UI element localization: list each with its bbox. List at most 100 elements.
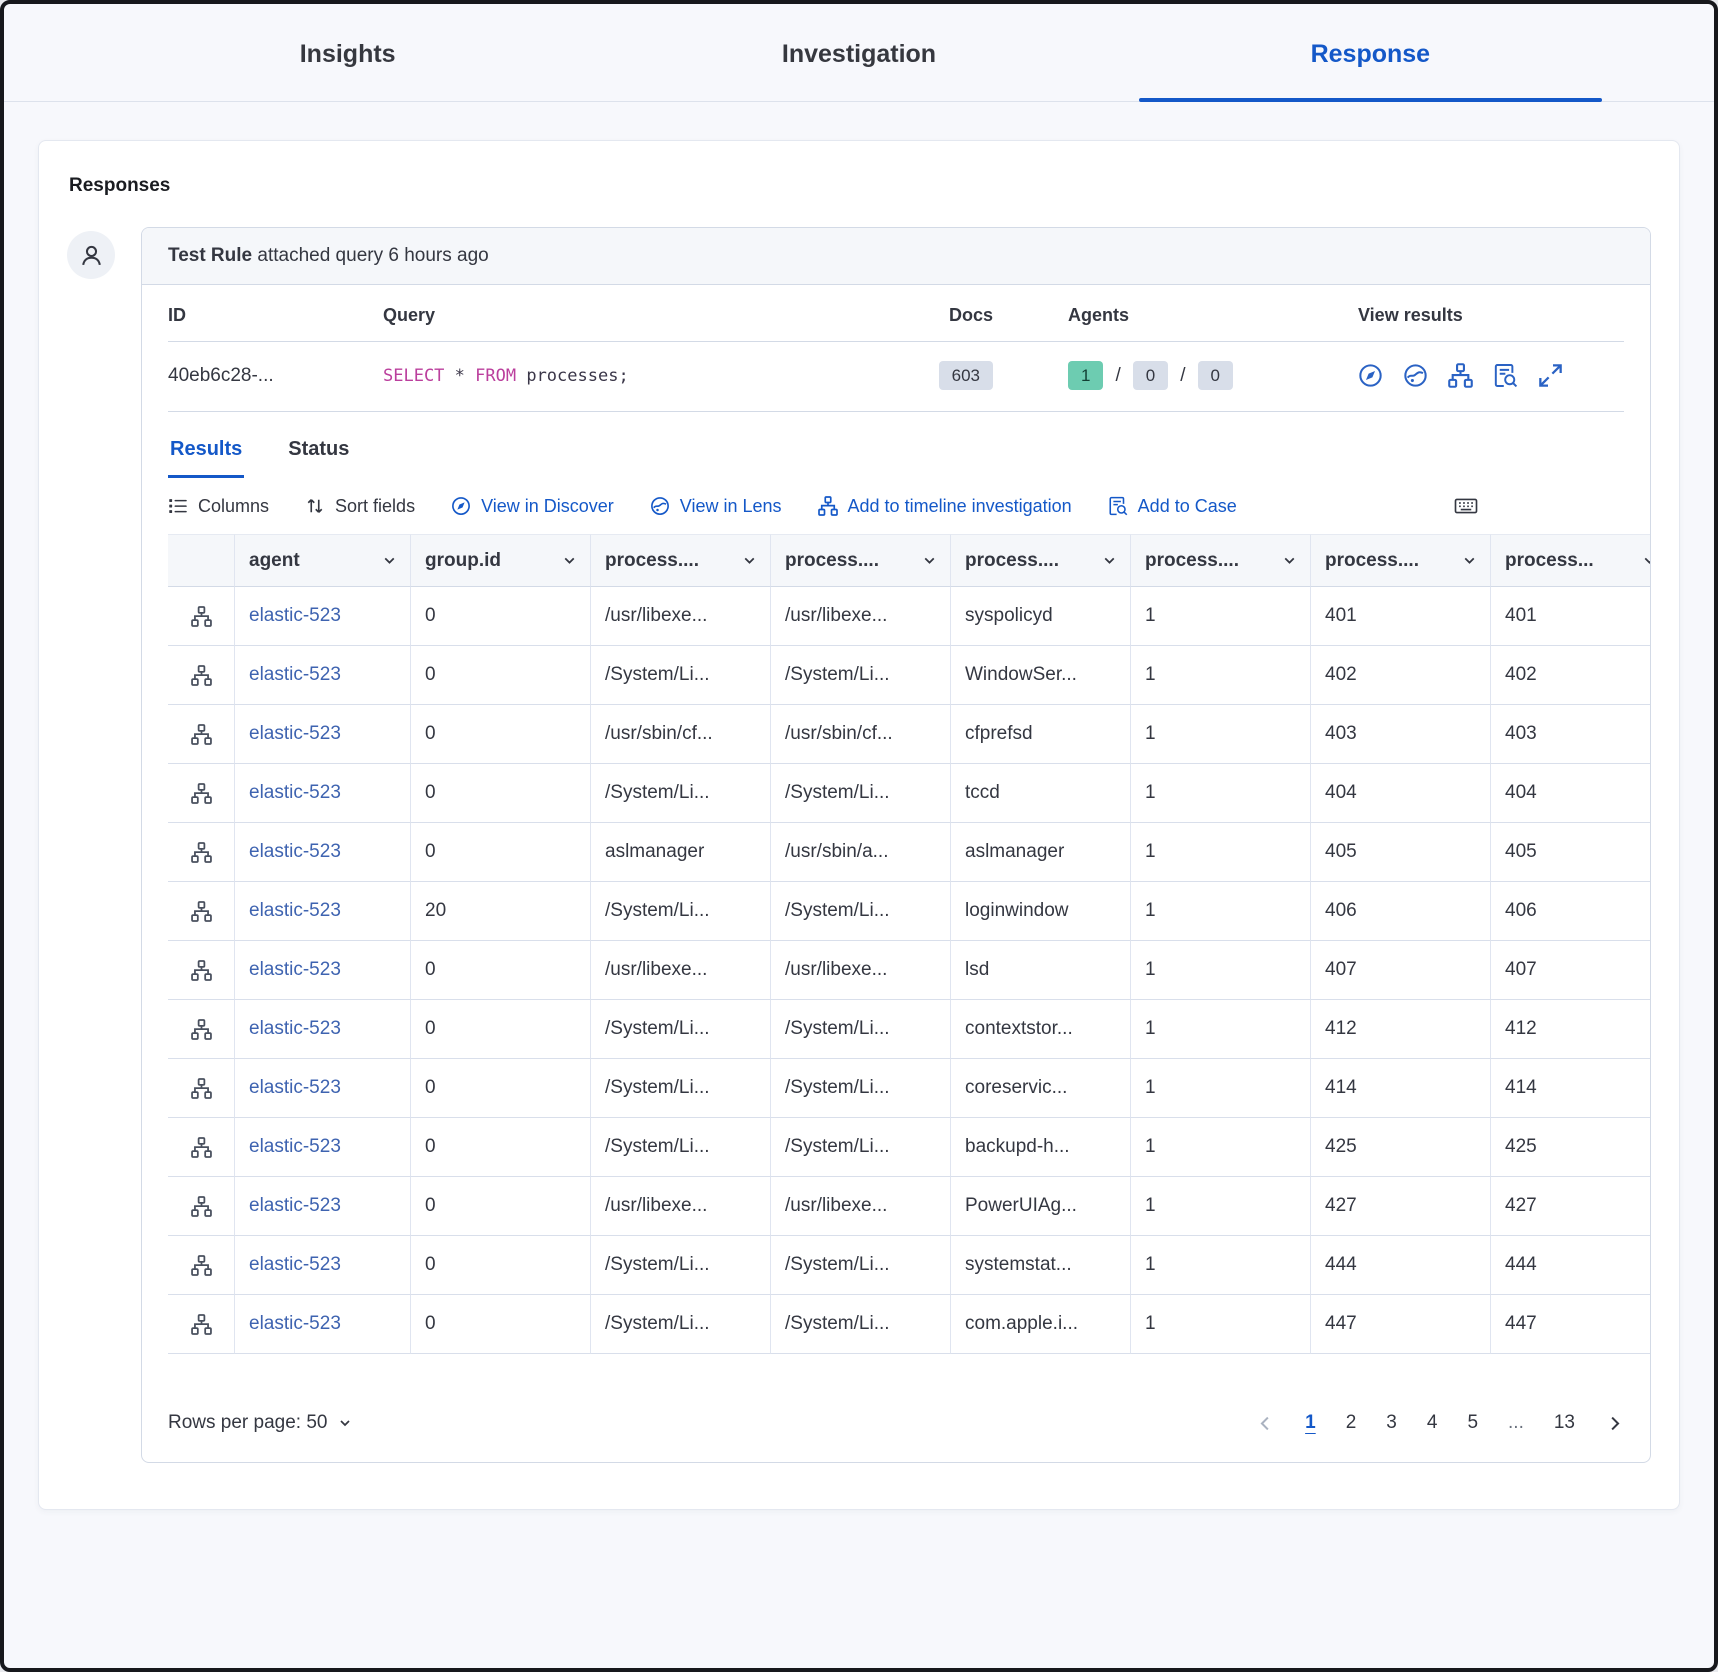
open-analyzer-button[interactable] <box>168 646 235 705</box>
grid-column-header[interactable]: group.id <box>411 534 591 587</box>
agent-cell[interactable]: elastic-523 <box>235 1118 411 1177</box>
agent-link[interactable]: elastic-523 <box>249 782 341 804</box>
open-analyzer-button[interactable] <box>168 1118 235 1177</box>
tab-response[interactable]: Response <box>1115 4 1626 101</box>
chevron-down-icon <box>1101 552 1118 569</box>
agent-link[interactable]: elastic-523 <box>249 605 341 627</box>
discover-icon[interactable] <box>1358 363 1383 388</box>
analyzer-icon <box>191 1078 212 1099</box>
open-analyzer-button[interactable] <box>168 1177 235 1236</box>
agent-link[interactable]: elastic-523 <box>249 1254 341 1276</box>
analyzer-icon <box>191 1137 212 1158</box>
open-analyzer-button[interactable] <box>168 705 235 764</box>
agent-link[interactable]: elastic-523 <box>249 900 341 922</box>
user-icon <box>79 243 104 268</box>
open-analyzer-button[interactable] <box>168 1295 235 1354</box>
analyzer-icon <box>191 1019 212 1040</box>
columns-button[interactable]: Columns <box>168 496 269 517</box>
add-to-case-link[interactable]: Add to Case <box>1108 496 1237 517</box>
grid-cell: 1 <box>1131 882 1311 941</box>
grid-column-header[interactable]: process.... <box>591 534 771 587</box>
agent-cell[interactable]: elastic-523 <box>235 1295 411 1354</box>
grid-cell: /usr/sbin/cf... <box>591 705 771 764</box>
open-analyzer-button[interactable] <box>168 764 235 823</box>
grid-cell: PowerUIAg... <box>951 1177 1131 1236</box>
open-analyzer-button[interactable] <box>168 1000 235 1059</box>
agent-link[interactable]: elastic-523 <box>249 1018 341 1040</box>
column-label: process.... <box>605 550 699 572</box>
rows-per-page-button[interactable]: Rows per page: 50 <box>168 1412 353 1434</box>
keyboard-shortcuts-button[interactable] <box>1454 494 1478 518</box>
agent-cell[interactable]: elastic-523 <box>235 646 411 705</box>
grid-column-header[interactable]: process.... <box>771 534 951 587</box>
tab-results[interactable]: Results <box>168 426 244 478</box>
analyzer-icon <box>191 1196 212 1217</box>
agent-cell[interactable]: elastic-523 <box>235 941 411 1000</box>
page-button-4[interactable]: 4 <box>1427 1412 1438 1434</box>
grid-cell: 406 <box>1491 882 1650 941</box>
agent-cell[interactable]: elastic-523 <box>235 764 411 823</box>
next-page-button[interactable] <box>1605 1414 1624 1433</box>
summary-col-view-results: View results <box>1358 305 1624 326</box>
agent-link[interactable]: elastic-523 <box>249 723 341 745</box>
agent-cell[interactable]: elastic-523 <box>235 587 411 646</box>
case-icon <box>1108 496 1128 516</box>
agent-cell[interactable]: elastic-523 <box>235 705 411 764</box>
prev-page-button[interactable] <box>1256 1414 1275 1433</box>
add-to-timeline-link[interactable]: Add to timeline investigation <box>818 496 1072 517</box>
agent-link[interactable]: elastic-523 <box>249 1313 341 1335</box>
grid-cell: 402 <box>1311 646 1491 705</box>
grid-column-header[interactable]: process.... <box>951 534 1131 587</box>
page-button-13[interactable]: 13 <box>1554 1412 1575 1434</box>
agent-cell[interactable]: elastic-523 <box>235 1059 411 1118</box>
open-analyzer-button[interactable] <box>168 823 235 882</box>
agent-link[interactable]: elastic-523 <box>249 664 341 686</box>
open-analyzer-button[interactable] <box>168 941 235 1000</box>
page-button-3[interactable]: 3 <box>1386 1412 1397 1434</box>
grid-cell: /usr/libexe... <box>771 1177 951 1236</box>
open-analyzer-button[interactable] <box>168 882 235 941</box>
grid-cell: 0 <box>411 646 591 705</box>
agent-cell[interactable]: elastic-523 <box>235 1236 411 1295</box>
lens-icon[interactable] <box>1403 363 1428 388</box>
page-button-2[interactable]: 2 <box>1346 1412 1357 1434</box>
grid-column-header[interactable]: agent <box>235 534 411 587</box>
page-button-1[interactable]: 1 <box>1305 1412 1316 1434</box>
column-label: process.... <box>785 550 879 572</box>
timeline-icon[interactable] <box>1448 363 1473 388</box>
agent-cell[interactable]: elastic-523 <box>235 1177 411 1236</box>
sort-fields-button[interactable]: Sort fields <box>305 496 415 517</box>
agent-link[interactable]: elastic-523 <box>249 841 341 863</box>
grid-column-header[interactable]: process... <box>1491 534 1650 587</box>
agent-link[interactable]: elastic-523 <box>249 959 341 981</box>
open-analyzer-button[interactable] <box>168 1059 235 1118</box>
query-text: SELECT * FROM processes; <box>383 366 629 386</box>
tab-status[interactable]: Status <box>286 426 351 478</box>
table-row: elastic-5230/System/Li.../System/Li...co… <box>168 1295 1650 1354</box>
grid-cell: 447 <box>1491 1295 1650 1354</box>
agent-link[interactable]: elastic-523 <box>249 1136 341 1158</box>
expand-icon[interactable] <box>1538 363 1563 388</box>
tab-investigation[interactable]: Investigation <box>603 4 1114 101</box>
grid-column-header[interactable]: process.... <box>1311 534 1491 587</box>
grid-cell: /System/Li... <box>771 764 951 823</box>
summary-col-id: ID <box>168 305 383 326</box>
agent-link[interactable]: elastic-523 <box>249 1077 341 1099</box>
grid-column-header[interactable]: process.... <box>1131 534 1311 587</box>
agent-cell[interactable]: elastic-523 <box>235 823 411 882</box>
open-analyzer-button[interactable] <box>168 1236 235 1295</box>
case-icon[interactable] <box>1493 363 1518 388</box>
agent-cell[interactable]: elastic-523 <box>235 882 411 941</box>
view-in-lens-link[interactable]: View in Lens <box>650 496 782 517</box>
tab-insights[interactable]: Insights <box>92 4 603 101</box>
grid-cell: contextstor... <box>951 1000 1131 1059</box>
page-button-5[interactable]: 5 <box>1467 1412 1478 1434</box>
agent-cell[interactable]: elastic-523 <box>235 1000 411 1059</box>
results-grid: agentgroup.idprocess....process....proce… <box>168 534 1650 1354</box>
view-in-discover-link[interactable]: View in Discover <box>451 496 614 517</box>
agent-link[interactable]: elastic-523 <box>249 1195 341 1217</box>
sql-text: processes; <box>516 366 629 386</box>
open-analyzer-button[interactable] <box>168 587 235 646</box>
grid-cell: 414 <box>1311 1059 1491 1118</box>
grid-cell: aslmanager <box>591 823 771 882</box>
